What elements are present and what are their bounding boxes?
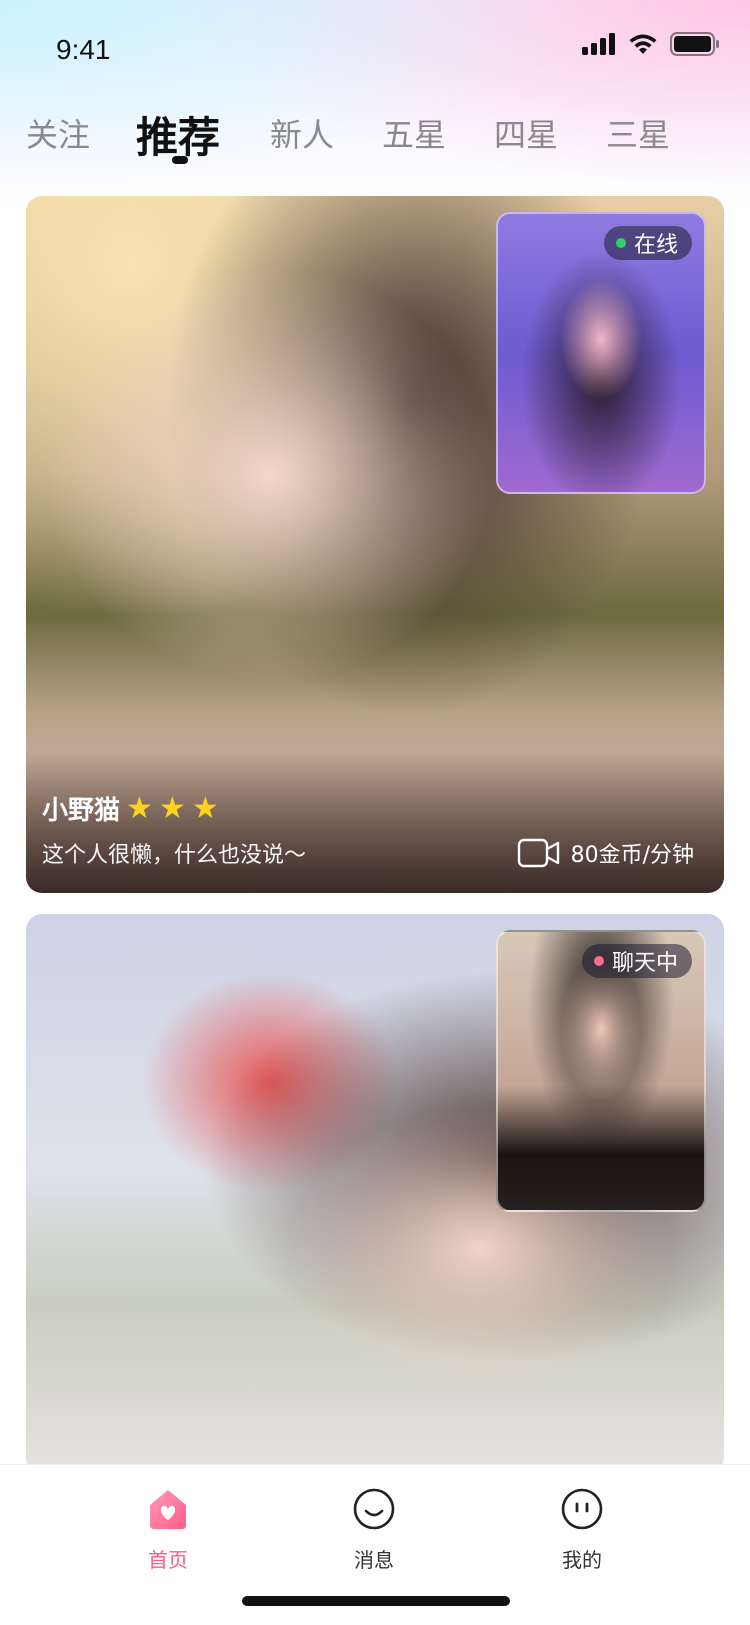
- star-icon: ★: [158, 791, 186, 825]
- nav-messages[interactable]: 消息: [314, 1487, 434, 1573]
- home-indicator: [242, 1596, 510, 1606]
- status-label: 在线: [633, 233, 678, 258]
- nav-home[interactable]: 首页: [108, 1487, 228, 1573]
- online-dot-icon: [615, 238, 626, 248]
- video-preview-thumbnail[interactable]: 在线: [496, 212, 706, 494]
- category-tabs: 关注 推荐 新人 五星 四星 三星: [0, 100, 750, 170]
- wifi-icon: [629, 34, 657, 54]
- chatting-dot-icon: [593, 956, 604, 966]
- cellular-signal-icon: [582, 33, 615, 55]
- status-icons: [582, 32, 720, 56]
- nav-profile[interactable]: 我的: [522, 1487, 642, 1573]
- profile-card[interactable]: 聊天中: [26, 914, 724, 1474]
- message-smile-icon: [353, 1488, 395, 1530]
- profile-info: 小野猫 ★ ★ ★ 这个人很懒，什么也没说～ 80金币/分钟: [42, 790, 694, 869]
- status-bar: 9:41: [0, 0, 750, 96]
- status-label: 聊天中: [611, 951, 678, 976]
- price-label: 80金币/分钟: [570, 843, 694, 868]
- nav-profile-label: 我的: [562, 1548, 602, 1572]
- star-icon: ★: [191, 791, 219, 825]
- name-row: 小野猫 ★ ★ ★: [42, 790, 694, 827]
- profile-card[interactable]: 在线 小野猫 ★ ★ ★ 这个人很懒，什么也没说～ 80金币/分钟: [26, 196, 724, 893]
- tab-follow[interactable]: 关注: [26, 110, 90, 156]
- status-badge: 聊天中: [581, 944, 692, 978]
- profile-face-icon: [561, 1488, 603, 1530]
- battery-icon: [670, 32, 719, 56]
- nav-messages-label: 消息: [354, 1548, 394, 1572]
- nav-home-label: 首页: [148, 1548, 188, 1572]
- status-badge: 在线: [603, 226, 692, 260]
- video-call-price[interactable]: 80金币/分钟: [517, 837, 694, 869]
- tab-four-star[interactable]: 四星: [494, 110, 558, 156]
- tab-five-star[interactable]: 五星: [382, 110, 446, 156]
- tab-new[interactable]: 新人: [270, 110, 334, 156]
- star-icon: ★: [126, 791, 153, 825]
- tab-three-star[interactable]: 三星: [606, 110, 670, 156]
- active-tab-indicator: [172, 156, 188, 164]
- video-camera-icon: [517, 838, 559, 868]
- status-time: 9:41: [56, 34, 111, 65]
- home-heart-icon: [150, 1490, 186, 1529]
- profile-name: 小野猫: [42, 796, 121, 826]
- video-preview-thumbnail[interactable]: 聊天中: [496, 930, 706, 1212]
